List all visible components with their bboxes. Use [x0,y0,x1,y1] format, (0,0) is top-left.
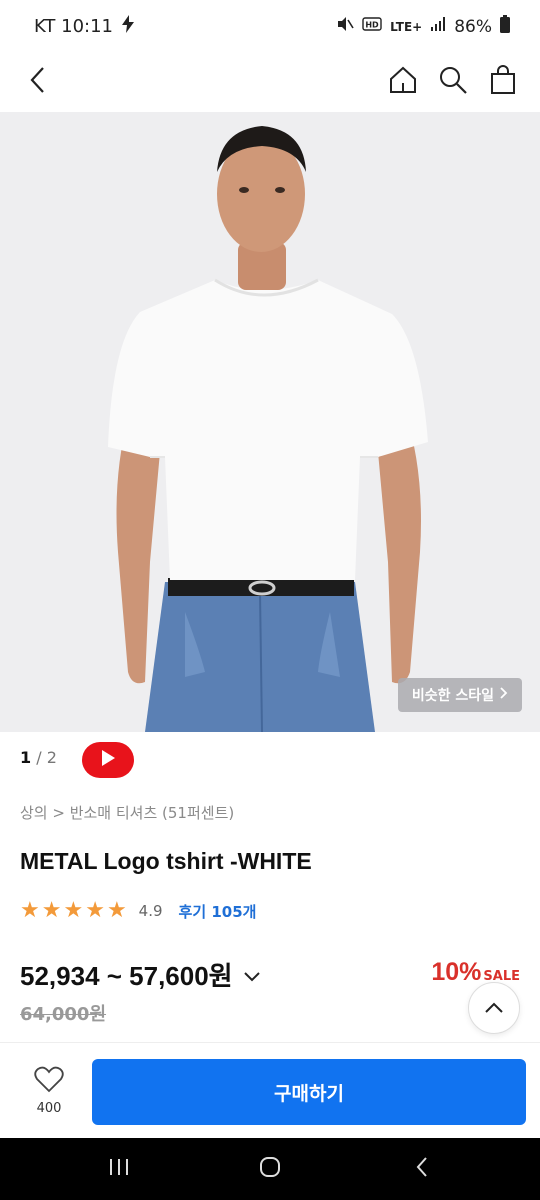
search-icon [438,65,468,99]
signal-icon [430,16,446,37]
pager-current: 1 [20,748,32,767]
back-nav-button[interactable] [405,1152,439,1186]
video-play-button[interactable] [82,742,134,778]
battery-percent: 86% [454,16,492,37]
rating-row: ★ ★ ★ ★ ★ 4.9 후기 105개 [20,900,256,922]
model-photo-illustration [0,112,540,732]
chevron-down-icon [243,959,261,990]
chevron-right-icon [500,687,508,703]
similar-style-button[interactable]: 비슷한 스타일 [397,678,522,712]
mute-icon [336,15,354,38]
network-type: LTE+ [390,19,423,34]
recent-apps-button[interactable] [102,1152,136,1186]
discount-badge: 10% SALE [431,958,520,987]
chevron-up-icon [484,999,504,1018]
product-image[interactable]: 비슷한 스타일 [0,112,540,732]
home-circle-icon [258,1155,282,1183]
star-icon: ★ [20,898,40,923]
action-bar: 400 구매하기 [0,1042,540,1138]
rating-value: 4.9 [138,902,163,920]
system-nav-bar [0,1138,540,1200]
charging-bolt-icon [121,15,135,38]
home-icon [388,65,418,99]
rating-stars: ★ ★ ★ ★ ★ [20,900,127,922]
screen: KT 10:11 HD LTE+ 86% 비슷한 스타일 1 / 2 상의 > … [0,0,540,1200]
home-nav-button[interactable] [253,1152,287,1186]
status-left: KT 10:11 [34,15,135,38]
cart-button[interactable] [485,64,521,100]
scroll-to-top-button[interactable] [468,982,520,1034]
image-pager: 1 / 2 [20,748,57,767]
buy-button[interactable]: 구매하기 [92,1059,526,1125]
battery-icon [500,15,510,38]
star-icon: ★ [85,898,105,923]
similar-style-label: 비슷한 스타일 [411,688,494,704]
recent-apps-icon [108,1157,130,1181]
heart-icon [34,1065,64,1097]
pager-separator: / [31,748,47,767]
star-icon: ★ [41,898,62,923]
review-link[interactable]: 후기 105개 [179,901,257,922]
back-button[interactable] [20,64,56,100]
hd-icon: HD [362,15,382,38]
shopping-bag-icon [489,65,517,99]
discount-percent: 10% [431,958,482,986]
svg-text:HD: HD [365,21,379,30]
chevron-left-icon [28,66,48,98]
status-right: HD LTE+ 86% [336,15,510,38]
pager-total: 2 [46,748,57,767]
app-header [0,54,540,112]
like-button[interactable]: 400 [22,1065,76,1121]
original-price: 64,000원 [20,1004,107,1025]
chevron-left-icon [415,1156,429,1182]
star-icon: ★ [63,898,84,923]
play-icon [100,749,116,771]
carrier-time: KT 10:11 [34,16,113,37]
product-title: METAL Logo tshirt -WHITE [20,848,312,874]
price-range-value: 52,934 ~ 57,600원 [20,961,233,991]
price-range[interactable]: 52,934 ~ 57,600원 [20,956,261,993]
home-button[interactable] [385,64,421,100]
category-breadcrumb[interactable]: 상의 > 반소매 티셔츠 (51퍼센트) [20,802,234,823]
star-icon: ★ [106,898,127,923]
search-button[interactable] [435,64,471,100]
status-bar: KT 10:11 HD LTE+ 86% [0,0,540,54]
like-count: 400 [36,1101,62,1116]
